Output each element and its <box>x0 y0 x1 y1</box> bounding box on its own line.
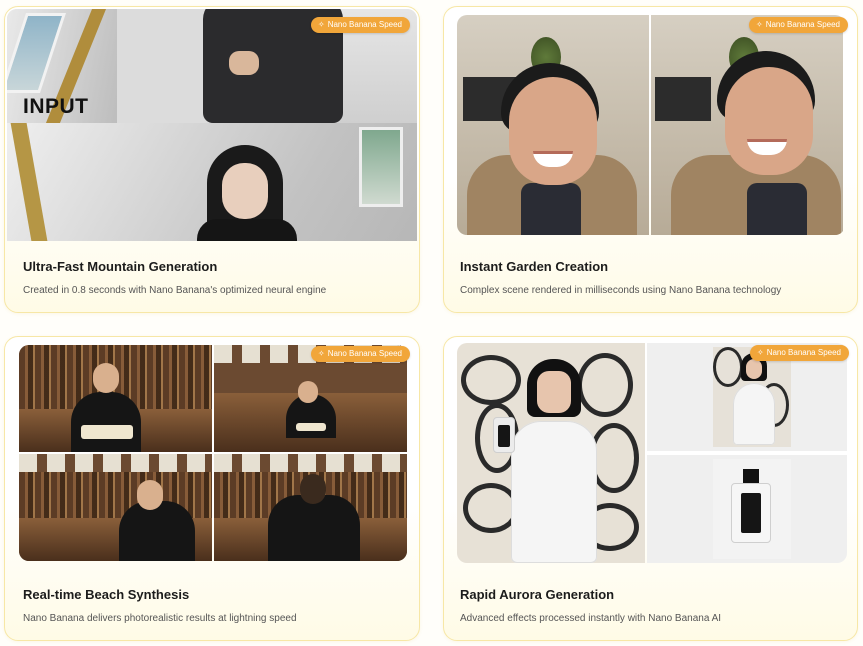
card-title: Instant Garden Creation <box>460 259 609 274</box>
card-title: Real-time Beach Synthesis <box>23 587 190 602</box>
showcase-card-beach[interactable]: ✧ Nano Banana Speed Real-time Beach Synth… <box>4 336 420 641</box>
card-title: Rapid Aurora Generation <box>460 587 615 602</box>
sparkle-icon: ✧ <box>318 349 325 358</box>
sparkle-icon: ✧ <box>756 20 763 29</box>
card-description: Created in 0.8 seconds with Nano Banana'… <box>23 285 327 296</box>
speed-badge: ✧ Nano Banana Speed <box>750 345 849 361</box>
card-description: Complex scene rendered in milliseconds u… <box>460 285 782 296</box>
card-image: INPUT <box>7 9 417 241</box>
card-image <box>457 15 845 235</box>
input-label: INPUT <box>23 95 89 118</box>
card-description: Nano Banana delivers photorealistic resu… <box>23 613 297 624</box>
speed-badge: ✧ Nano Banana Speed <box>311 17 410 33</box>
sparkle-icon: ✧ <box>757 348 764 357</box>
card-image <box>19 345 407 561</box>
showcase-card-aurora[interactable]: ✧ Nano Banana Speed Rapid Aurora Generati… <box>443 336 858 641</box>
speed-badge: ✧ Nano Banana Speed <box>749 17 848 33</box>
showcase-card-mountain[interactable]: INPUT ✧ Nano Banana Speed Ultra-Fast Moun… <box>4 6 420 313</box>
showcase-grid: INPUT ✧ Nano Banana Speed Ultra-Fast Moun… <box>0 0 863 646</box>
speed-badge: ✧ Nano Banana Speed <box>311 346 410 362</box>
card-image <box>457 343 847 563</box>
card-description: Advanced effects processed instantly wit… <box>460 613 722 624</box>
sparkle-icon: ✧ <box>318 20 325 29</box>
showcase-card-garden[interactable]: ✧ Nano Banana Speed Instant Garden Creati… <box>443 6 858 313</box>
card-title: Ultra-Fast Mountain Generation <box>23 259 218 274</box>
